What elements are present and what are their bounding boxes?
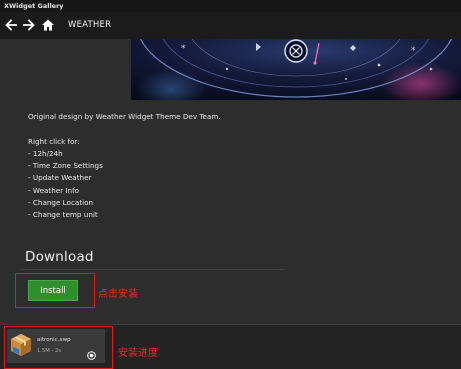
option-item: - Weather Info bbox=[28, 185, 80, 195]
toolbar: WEATHER bbox=[0, 12, 461, 39]
install-annotation: 点击安装 bbox=[98, 289, 138, 300]
install-button[interactable]: Install bbox=[28, 280, 78, 301]
download-heading: Download bbox=[25, 249, 94, 265]
widget-preview-image: * * bbox=[131, 39, 461, 100]
option-item: - Update Weather bbox=[28, 173, 92, 183]
forward-arrow-icon[interactable] bbox=[21, 17, 37, 33]
credit-text: Original design by Weather Widget Theme … bbox=[28, 112, 221, 121]
xwidget-gallery-window: XWidget Gallery WEATHER * * Original des… bbox=[0, 0, 461, 369]
option-item: - 12h/24h bbox=[28, 148, 63, 158]
svg-text:*: * bbox=[181, 44, 186, 54]
cancel-circle-icon[interactable] bbox=[87, 345, 96, 360]
option-item: - Change Location bbox=[28, 198, 94, 208]
window-title: XWidget Gallery bbox=[0, 0, 461, 12]
option-item: - Time Zone Settings bbox=[28, 161, 103, 171]
right-click-heading: Right click for: bbox=[28, 136, 80, 146]
section-divider bbox=[20, 269, 285, 270]
option-item: - Change temp unit bbox=[28, 210, 98, 220]
download-file-name: aitronic.xwp bbox=[37, 337, 71, 343]
home-icon[interactable] bbox=[40, 17, 56, 33]
svg-text:*: * bbox=[411, 46, 416, 56]
widget-description: Original design by Weather Widget Theme … bbox=[28, 111, 448, 222]
package-icon bbox=[10, 333, 32, 357]
progress-annotation: 安装进度 bbox=[118, 348, 158, 359]
download-item[interactable]: aitronic.xwp 1.5M - 2s bbox=[7, 329, 105, 363]
widget-detail-panel: * * Original design by Weather Widget Th… bbox=[0, 39, 461, 324]
download-bar: aitronic.xwp 1.5M - 2s 安装进度 bbox=[0, 324, 461, 369]
back-arrow-icon[interactable] bbox=[3, 17, 19, 33]
page-title: WEATHER bbox=[68, 20, 112, 30]
download-progress-text: 1.5M - 2s bbox=[37, 348, 61, 354]
